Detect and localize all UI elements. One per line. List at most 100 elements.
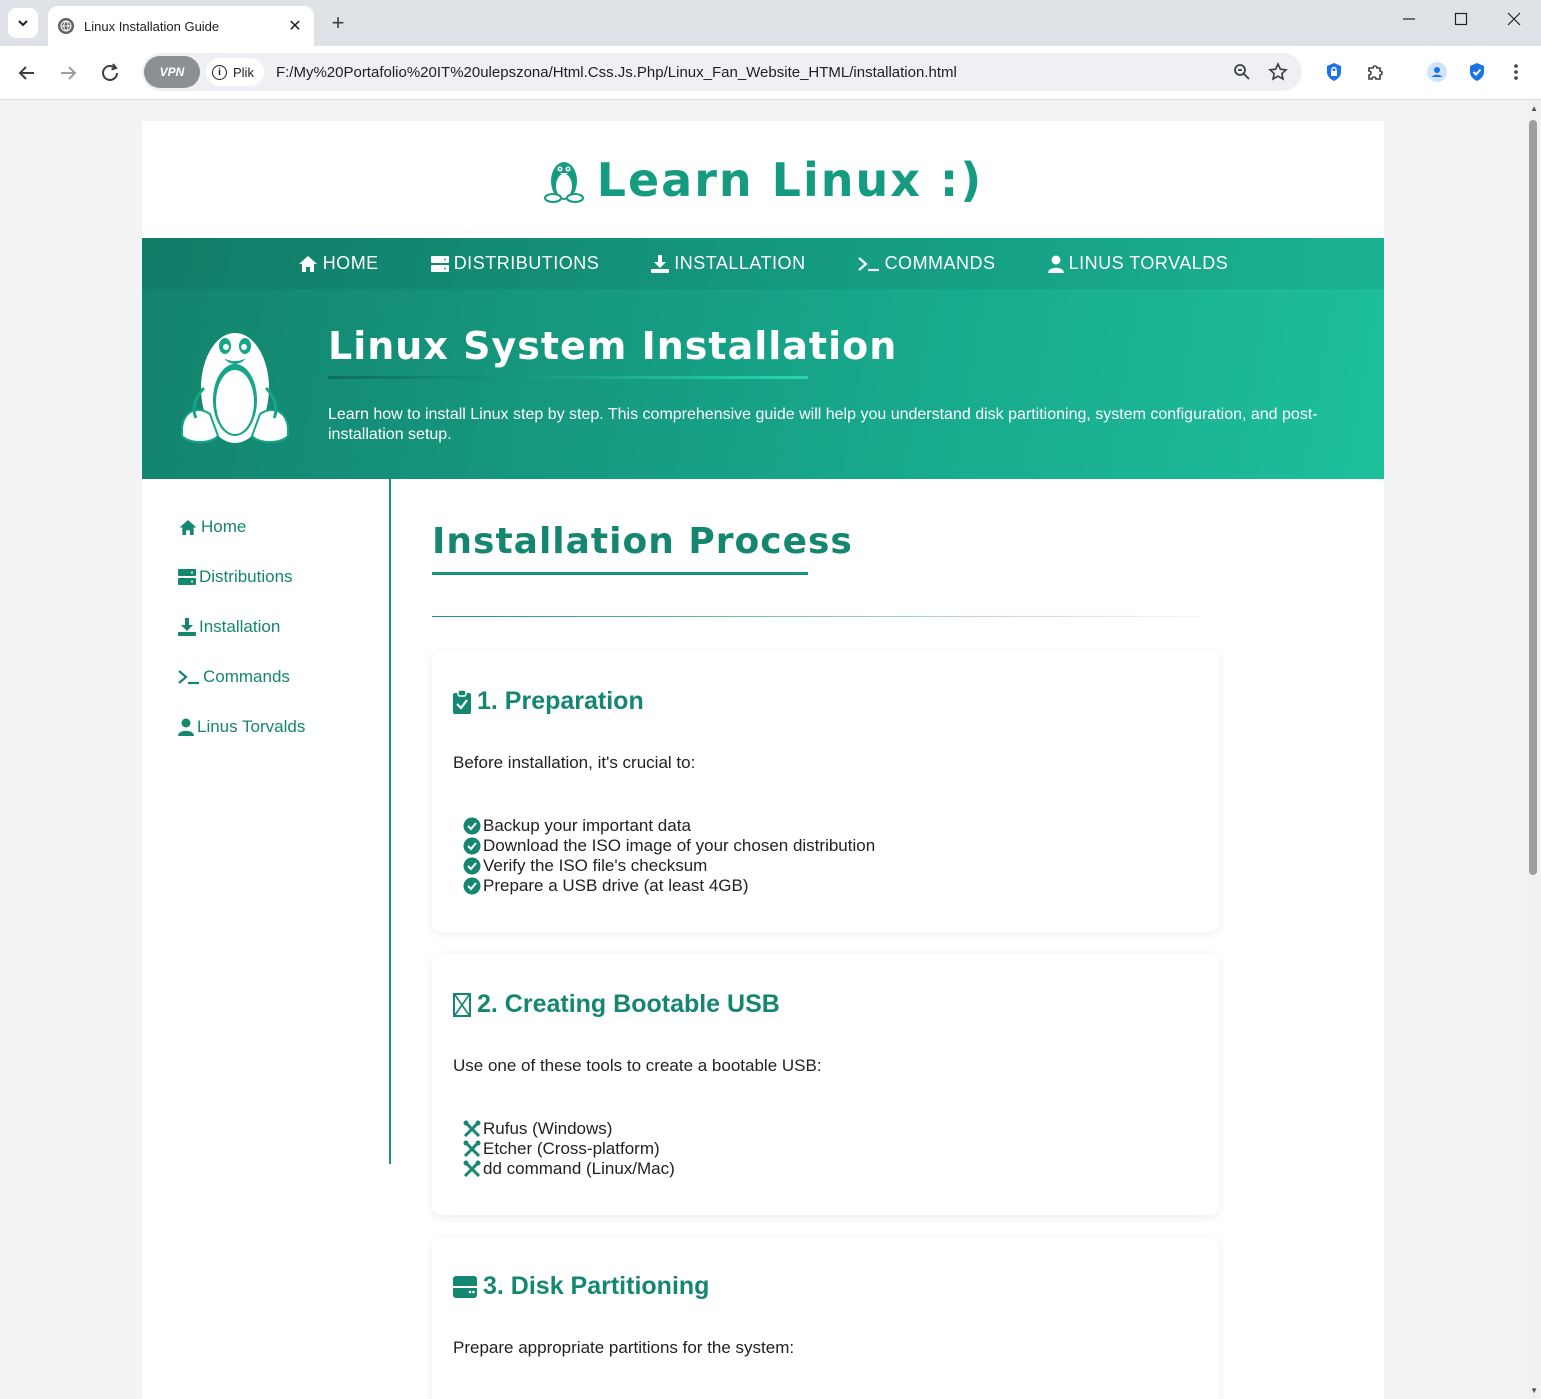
- page-container: Learn Linux :) HOME DISTRIBUTIONS INSTAL…: [142, 121, 1384, 1399]
- profile-avatar-icon[interactable]: [1425, 60, 1449, 84]
- terminal-icon: [857, 256, 879, 271]
- nav-installation-label: INSTALLATION: [674, 253, 806, 273]
- nav-home[interactable]: HOME: [298, 253, 379, 274]
- site-chip-label: Plik: [233, 64, 254, 80]
- card-title: 2. Creating Bootable USB: [453, 990, 780, 1019]
- back-button[interactable]: [14, 60, 40, 86]
- sidebar-item-linus-torvalds[interactable]: Linus Torvalds: [178, 717, 305, 737]
- check-circle-icon: [463, 817, 481, 835]
- card-title-text: 2. Creating Bootable USB: [477, 990, 780, 1018]
- browser-tab[interactable]: Linux Installation Guide ✕: [48, 6, 314, 46]
- info-icon: i: [212, 64, 227, 80]
- server-icon: [178, 569, 196, 585]
- hero-description: Learn how to install Linux step by step.…: [328, 406, 1318, 443]
- nav-commands[interactable]: COMMANDS: [857, 253, 996, 274]
- list-item: dd command (Linux/Mac): [463, 1159, 675, 1179]
- card-title-text: 1. Preparation: [477, 687, 644, 715]
- scroll-down-arrow-icon[interactable]: ▼: [1530, 1386, 1538, 1395]
- sidebar-item-home[interactable]: Home: [178, 517, 246, 537]
- sidebar-item-label: Installation: [199, 617, 281, 636]
- tux-logo-icon: [543, 161, 584, 203]
- reload-icon: [102, 63, 118, 81]
- hero-banner: HOME DISTRIBUTIONS INSTALLATION COMMANDS…: [142, 238, 1384, 479]
- clipboard-check-icon: [453, 689, 471, 714]
- shield-lock-extension-icon[interactable]: [1322, 60, 1346, 84]
- step-card-preparation: 1. Preparation Before installation, it's…: [432, 651, 1219, 932]
- download-icon: [651, 254, 670, 273]
- user-icon: [1047, 255, 1064, 273]
- home-icon: [179, 519, 197, 535]
- list-item: Etcher (Cross-platform): [463, 1139, 675, 1159]
- card-title: 1. Preparation: [453, 687, 644, 716]
- nav-linus-torvalds-label: LINUS TORVALDS: [1068, 253, 1229, 273]
- list-item-text: dd command (Linux/Mac): [483, 1159, 675, 1178]
- browser-tabstrip: Linux Installation Guide ✕ +: [0, 0, 1541, 46]
- tux-penguin-icon: [181, 333, 289, 443]
- card-checklist: Backup your important data Download the …: [463, 816, 875, 896]
- sidebar-item-label: Home: [201, 517, 247, 536]
- card-intro: Use one of these tools to create a boota…: [453, 1056, 822, 1075]
- globe-icon: [58, 18, 74, 34]
- hdd-icon: [453, 1275, 477, 1298]
- list-item: Verify the ISO file's checksum: [463, 856, 875, 876]
- forward-button[interactable]: [55, 60, 81, 86]
- arrow-left-icon: [18, 66, 34, 80]
- card-title-text: 3. Disk Partitioning: [483, 1272, 710, 1300]
- maximize-button[interactable]: [1449, 10, 1473, 31]
- list-item-text: Backup your important data: [483, 816, 691, 835]
- url-text[interactable]: F:/My%20Portafolio%20IT%20ulepszona/Html…: [276, 64, 1230, 81]
- scroll-up-arrow-icon[interactable]: ▲: [1530, 104, 1538, 113]
- terminal-icon: [178, 670, 199, 685]
- tab-search-button[interactable]: [8, 8, 38, 38]
- close-window-button[interactable]: [1502, 10, 1526, 31]
- main-navigation: HOME DISTRIBUTIONS INSTALLATION COMMANDS…: [142, 238, 1384, 289]
- tools-icon: [463, 1160, 481, 1178]
- list-item: Download the ISO image of your chosen di…: [463, 836, 875, 856]
- zoom-icon[interactable]: [1230, 60, 1254, 84]
- vertical-scrollbar[interactable]: ▲ ▼: [1525, 100, 1541, 1399]
- address-bar[interactable]: VPN i Plik F:/My%20Portafolio%20IT%20ule…: [142, 53, 1302, 91]
- reload-button[interactable]: [97, 60, 123, 86]
- nav-distributions-label: DISTRIBUTIONS: [453, 253, 600, 273]
- nav-distributions[interactable]: DISTRIBUTIONS: [430, 253, 600, 274]
- tools-icon: [463, 1120, 481, 1138]
- sidebar-item-distributions[interactable]: Distributions: [178, 567, 293, 587]
- site-logo-text[interactable]: Learn Linux :): [597, 153, 984, 207]
- card-tool-list: Rufus (Windows) Etcher (Cross-platform) …: [463, 1119, 675, 1179]
- list-item-text: Rufus (Windows): [483, 1119, 613, 1138]
- sidebar-item-label: Commands: [203, 667, 290, 686]
- server-icon: [430, 255, 449, 272]
- card-title: 3. Disk Partitioning: [453, 1272, 709, 1301]
- site-info-chip[interactable]: i Plik: [206, 58, 264, 86]
- scrollbar-thumb[interactable]: [1529, 120, 1537, 875]
- list-item-text: Download the ISO image of your chosen di…: [483, 836, 876, 855]
- extensions-puzzle-icon[interactable]: [1363, 60, 1387, 84]
- list-item: Prepare a USB drive (at least 4GB): [463, 876, 875, 896]
- sidebar: Home Distributions Installation Commands…: [142, 479, 391, 1164]
- browser-toolbar: VPN i Plik F:/My%20Portafolio%20IT%20ule…: [0, 46, 1541, 100]
- check-circle-icon: [463, 877, 481, 895]
- nav-home-label: HOME: [322, 253, 379, 273]
- section-divider: [432, 616, 1202, 617]
- sidebar-item-installation[interactable]: Installation: [178, 617, 280, 637]
- step-card-disk-partitioning: 3. Disk Partitioning Prepare appropriate…: [432, 1237, 1219, 1399]
- home-icon: [298, 255, 317, 272]
- new-tab-button[interactable]: +: [326, 10, 350, 36]
- download-icon: [178, 618, 196, 636]
- list-item: Rufus (Windows): [463, 1119, 675, 1139]
- browser-menu-icon[interactable]: [1504, 60, 1528, 84]
- vpn-badge[interactable]: VPN: [144, 56, 200, 88]
- check-circle-icon: [463, 837, 481, 855]
- bookmark-star-icon[interactable]: [1266, 60, 1290, 84]
- sidebar-item-label: Linus Torvalds: [197, 717, 306, 736]
- shield-check-extension-icon[interactable]: [1465, 60, 1489, 84]
- sidebar-item-commands[interactable]: Commands: [178, 667, 290, 687]
- card-intro: Prepare appropriate partitions for the s…: [453, 1338, 795, 1357]
- minimize-button[interactable]: [1397, 10, 1421, 31]
- card-intro: Before installation, it's crucial to:: [453, 753, 696, 772]
- nav-installation[interactable]: INSTALLATION: [651, 253, 805, 274]
- close-tab-icon[interactable]: ✕: [286, 16, 304, 36]
- site-header: Learn Linux :): [142, 121, 1384, 238]
- page-viewport: Learn Linux :) HOME DISTRIBUTIONS INSTAL…: [0, 100, 1541, 1399]
- nav-linus-torvalds[interactable]: LINUS TORVALDS: [1047, 253, 1229, 274]
